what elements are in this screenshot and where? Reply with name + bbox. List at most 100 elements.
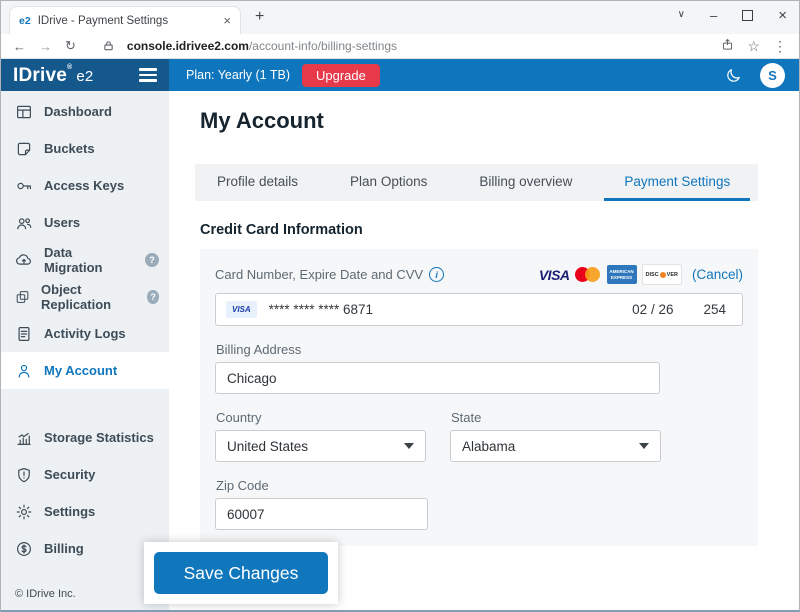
padlock-icon [103, 40, 114, 52]
url-bar: ← → ↻ console.idrivee2.com/account-info/… [1, 34, 799, 59]
sidebar-gap [1, 389, 169, 419]
tab-plan-options[interactable]: Plan Options [330, 164, 447, 201]
help-badge-icon[interactable]: ? [145, 253, 159, 267]
sidebar-item-my-account[interactable]: My Account [1, 352, 169, 389]
avatar[interactable]: S [760, 63, 785, 88]
close-window-button[interactable]: × [778, 8, 787, 23]
main-content: My Account Profile details Plan Options … [169, 91, 799, 610]
browser-kebab-menu-icon[interactable]: ⋮ [773, 38, 787, 55]
users-icon [15, 214, 33, 232]
tab-favicon-icon: e2 [19, 15, 31, 27]
replication-icon [15, 288, 30, 306]
upgrade-button[interactable]: Upgrade [302, 64, 380, 87]
country-state-row: Country United States State Alabama [215, 394, 743, 462]
sidebar-item-data-migration[interactable]: Data Migration ? [1, 241, 169, 278]
bookmark-star-icon[interactable]: ☆ [747, 38, 760, 55]
idrive-logo: IDrive®e2 [13, 66, 93, 85]
card-field-label: Card Number, Expire Date and CVV [215, 267, 423, 282]
credit-card-panel: Card Number, Expire Date and CVV i VISA … [200, 249, 758, 546]
visa-logo-icon: VISA [539, 267, 570, 283]
sidebar-item-buckets[interactable]: Buckets [1, 130, 169, 167]
sidebar-item-dashboard[interactable]: Dashboard [1, 93, 169, 130]
tab-billing-overview[interactable]: Billing overview [459, 164, 592, 201]
zip-code-input[interactable] [215, 498, 428, 530]
logs-icon [15, 325, 33, 343]
address-input[interactable]: console.idrivee2.com/account-info/billin… [127, 39, 709, 53]
app-header: IDrive®e2 Plan: Yearly (1 TB) Upgrade S [1, 59, 799, 91]
plan-label: Plan: Yearly (1 TB) [186, 68, 290, 82]
visa-badge: VISA [226, 301, 257, 318]
sidebar-item-security[interactable]: Security [1, 456, 169, 493]
sidebar-item-settings[interactable]: Settings [1, 493, 169, 530]
tab-close-icon[interactable]: × [223, 14, 231, 27]
mastercard-logo-icon [575, 265, 602, 284]
dashboard-icon [15, 103, 33, 121]
bucket-icon [15, 140, 33, 158]
sidebar: Dashboard Buckets Access Keys Users Data… [1, 91, 169, 610]
copyright-footer: © IDrive Inc. [15, 588, 76, 600]
amex-logo-icon: AMERICAN EXPRESS [607, 265, 637, 284]
browser-menu-chevron-icon[interactable]: ∨ [678, 10, 685, 20]
expiry-value[interactable]: 02 / 26 [632, 302, 673, 317]
card-brand-icons: VISA AMERICAN EXPRESS DISCVER [539, 264, 682, 285]
state-select[interactable]: Alabama [450, 430, 661, 462]
state-label: State [451, 410, 661, 425]
country-column: Country United States [215, 394, 426, 462]
sidebar-item-object-replication[interactable]: Object Replication ? [1, 278, 169, 315]
tab-title: IDrive - Payment Settings [38, 15, 217, 27]
section-title: Credit Card Information [200, 222, 799, 238]
tab-profile-details[interactable]: Profile details [197, 164, 318, 201]
key-icon [15, 177, 33, 195]
country-select[interactable]: United States [215, 430, 426, 462]
url-host: console.idrivee2.com [127, 39, 249, 53]
dark-mode-moon-icon[interactable] [725, 67, 742, 84]
browser-window: e2 IDrive - Payment Settings × + ∨ – × ←… [0, 0, 800, 612]
maximize-button[interactable] [742, 10, 753, 21]
shield-icon [15, 466, 33, 484]
gear-icon [15, 503, 33, 521]
page-title: My Account [200, 108, 799, 134]
back-icon[interactable]: ← [13, 39, 26, 54]
card-number-field[interactable]: VISA **** **** **** 6871 02 / 26 254 [215, 293, 743, 326]
billing-address-label: Billing Address [216, 342, 743, 357]
sidebar-item-access-keys[interactable]: Access Keys [1, 167, 169, 204]
zip-code-label: Zip Code [216, 478, 743, 493]
tab-payment-settings[interactable]: Payment Settings [604, 164, 750, 201]
registered-mark: ® [67, 64, 72, 71]
cancel-link[interactable]: (Cancel) [692, 267, 743, 282]
sidebar-item-users[interactable]: Users [1, 204, 169, 241]
minimize-button[interactable]: – [710, 9, 717, 22]
window-titlebar: e2 IDrive - Payment Settings × + ∨ – × [1, 1, 799, 34]
reload-icon[interactable]: ↻ [65, 38, 76, 54]
window-controls: ∨ – × [678, 4, 787, 26]
discover-logo-icon: DISCVER [642, 264, 682, 285]
cvv-value[interactable]: 254 [703, 302, 726, 317]
person-icon [15, 362, 33, 380]
forward-icon[interactable]: → [39, 39, 52, 54]
sidebar-item-storage-statistics[interactable]: Storage Statistics [1, 419, 169, 456]
help-badge-icon[interactable]: ? [147, 290, 159, 304]
save-changes-button[interactable]: Save Changes [154, 552, 328, 594]
chevron-down-icon [404, 443, 414, 449]
sidebar-item-activity-logs[interactable]: Activity Logs [1, 315, 169, 352]
browser-tab[interactable]: e2 IDrive - Payment Settings × [9, 6, 241, 34]
statistics-icon [15, 429, 33, 447]
new-tab-button[interactable]: + [255, 8, 264, 26]
logo-e2: e2 [76, 68, 93, 85]
dollar-icon [15, 540, 33, 558]
discover-dot-icon [660, 272, 666, 278]
page-body: Dashboard Buckets Access Keys Users Data… [1, 91, 799, 610]
save-changes-callout: Save Changes [144, 542, 338, 604]
billing-address-input[interactable] [215, 362, 660, 394]
info-icon[interactable]: i [429, 267, 444, 282]
share-icon[interactable] [721, 38, 734, 54]
hamburger-menu-icon[interactable] [139, 68, 157, 82]
url-path: /account-info/billing-settings [249, 39, 397, 53]
country-label: Country [216, 410, 426, 425]
masked-card-number[interactable]: **** **** **** 6871 [269, 302, 373, 317]
app-header-right: Plan: Yearly (1 TB) Upgrade S [169, 59, 799, 91]
chevron-down-icon [639, 443, 649, 449]
card-header-row: Card Number, Expire Date and CVV i VISA … [215, 264, 743, 285]
cloud-migration-icon [15, 251, 33, 269]
state-column: State Alabama [450, 394, 661, 462]
